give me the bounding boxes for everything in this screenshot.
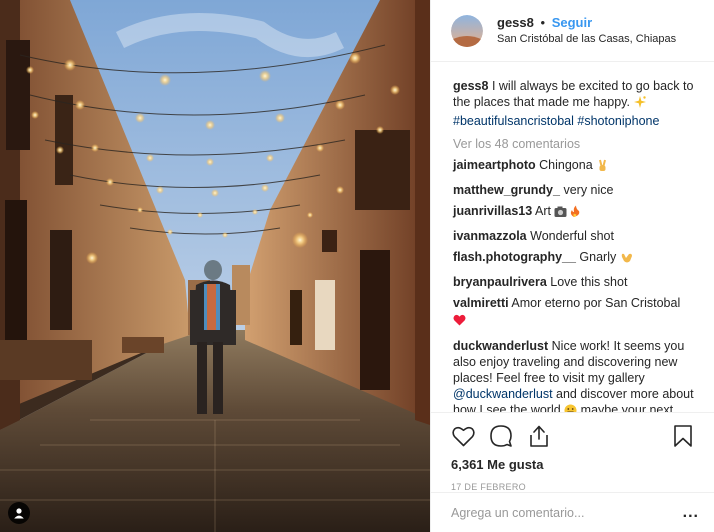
comment-item: duckwanderlust Nice work! It seems you a…: [453, 338, 695, 412]
comment-item: juanrivillas13 Art: [453, 203, 695, 222]
like-heart-icon[interactable]: [451, 424, 475, 448]
bookmark-icon[interactable]: [671, 424, 695, 448]
instagram-post: gess8 • Seguir San Cristóbal de las Casa…: [0, 0, 714, 532]
heart-icon: [453, 314, 466, 330]
comment-username[interactable]: bryanpaulrivera: [453, 275, 547, 289]
comment-username[interactable]: valmiretti: [453, 296, 509, 310]
likes-count[interactable]: 6,361 Me gusta: [451, 457, 695, 472]
comment-text: Chingona: [539, 158, 593, 172]
comment-input[interactable]: [451, 505, 683, 520]
share-icon[interactable]: [527, 424, 551, 448]
comment-username[interactable]: juanrivillas13: [453, 204, 532, 218]
mention-link[interactable]: @duckwanderlust: [453, 387, 553, 401]
hashtag-link[interactable]: #beautifulsancristobal: [453, 114, 574, 128]
post-photo[interactable]: [0, 0, 430, 532]
author-username[interactable]: gess8: [497, 15, 534, 30]
comment-username[interactable]: ivanmazzola: [453, 229, 527, 243]
comment-username[interactable]: matthew_grundy_: [453, 183, 560, 197]
post-header: gess8 • Seguir San Cristóbal de las Casa…: [431, 0, 714, 62]
victory-hand-icon: [596, 159, 609, 176]
follow-button[interactable]: Seguir: [552, 15, 592, 30]
comment-item: jaimeartphoto Chingona: [453, 157, 695, 176]
comment-item: valmiretti Amor eterno por San Cristobal: [453, 295, 695, 330]
camera-fire-icon: [554, 205, 582, 222]
caption-username[interactable]: gess8: [453, 79, 488, 93]
shaka-icon: [620, 251, 634, 268]
comment-item: matthew_grundy_ very nice: [453, 182, 695, 198]
post-location[interactable]: San Cristóbal de las Casas, Chiapas: [497, 31, 676, 47]
actions-bar: 6,361 Me gusta 17 DE FEBRERO: [431, 412, 714, 492]
post-date: 17 DE FEBRERO: [451, 482, 526, 492]
sparkle-icon: [633, 95, 647, 113]
comment-bubble-icon[interactable]: [489, 424, 513, 448]
view-all-comments-link[interactable]: Ver los 48 comentarios: [453, 137, 695, 151]
street-photo-scene: [0, 0, 430, 532]
author-avatar[interactable]: [451, 14, 483, 47]
add-comment-bar: ...: [431, 492, 714, 532]
comment-item: flash.photography__ Gnarly: [453, 249, 695, 268]
comments-list[interactable]: gess8 I will always be excited to go bac…: [431, 74, 714, 412]
post-side-panel: gess8 • Seguir San Cristóbal de las Casa…: [430, 0, 714, 532]
more-options-button[interactable]: ...: [683, 504, 699, 522]
comment-text: Amor eterno por San Cristobal: [511, 296, 681, 310]
grin-icon: [564, 404, 577, 412]
comment-item: ivanmazzola Wonderful shot: [453, 228, 695, 244]
post-caption: gess8 I will always be excited to go bac…: [453, 78, 695, 129]
comment-text: Love this shot: [550, 274, 628, 289]
comment-text: very nice: [563, 182, 614, 197]
comment-text: Wonderful shot: [530, 228, 614, 243]
header-separator: •: [540, 14, 546, 30]
comment-username[interactable]: jaimeartphoto: [453, 158, 536, 172]
tagged-user-icon[interactable]: [8, 502, 30, 524]
comment-text: Gnarly: [579, 250, 617, 264]
comment-username[interactable]: flash.photography__: [453, 250, 576, 264]
hashtag-link[interactable]: #shotoniphone: [577, 114, 659, 128]
caption-text: I will always be excited to go back to t…: [453, 79, 694, 109]
comment-item: bryanpaulrivera Love this shot: [453, 274, 695, 290]
comment-username[interactable]: duckwanderlust: [453, 339, 548, 353]
comment-text: Art: [535, 204, 551, 218]
